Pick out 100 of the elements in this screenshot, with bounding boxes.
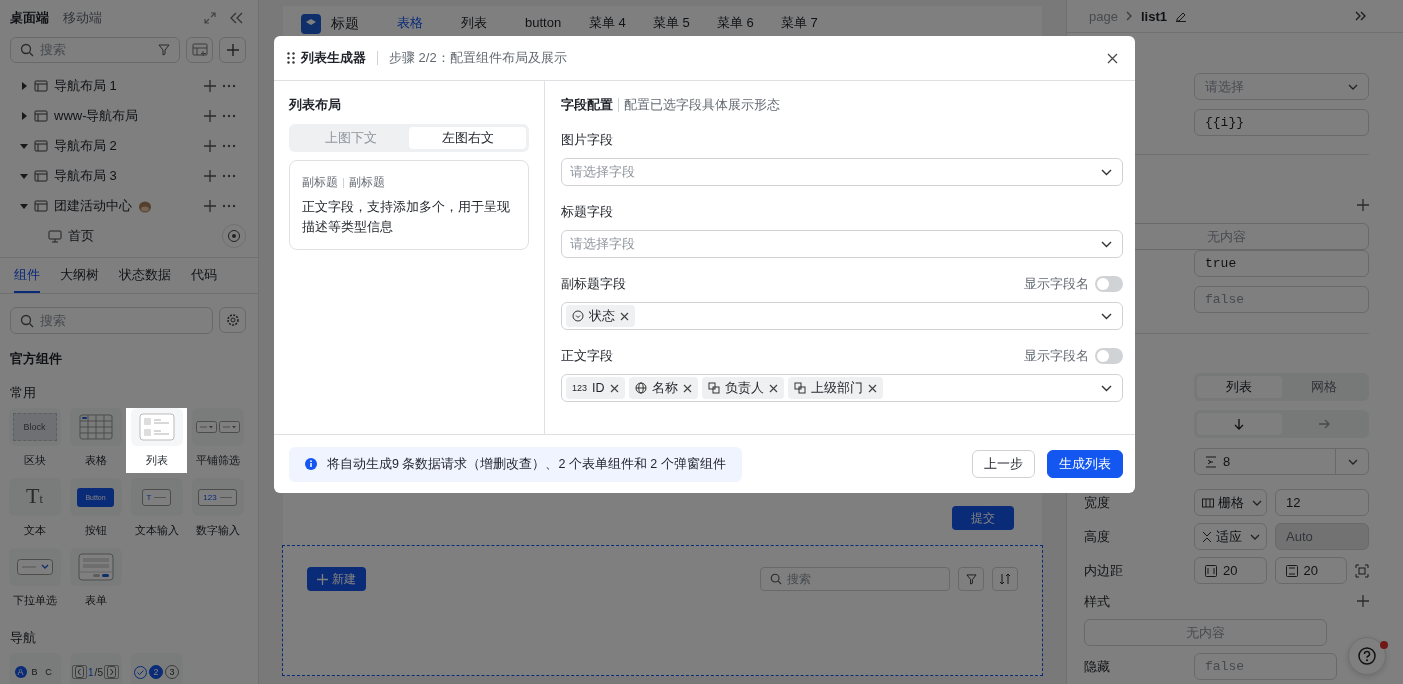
component-tile[interactable]: 下拉单选 — [4, 548, 65, 613]
new-button[interactable]: 新建 — [307, 567, 366, 591]
component-tile[interactable]: T 文本输入 — [126, 478, 187, 543]
panel-tab[interactable]: 代码 — [191, 258, 217, 293]
caret-down-icon[interactable] — [20, 142, 28, 150]
layout-icon — [34, 140, 48, 152]
back-button[interactable]: 上一步 — [972, 450, 1035, 478]
component-tile[interactable]: 表格 — [65, 408, 126, 473]
component-tile[interactable]: Block 区块 — [4, 408, 65, 473]
caret-down-icon[interactable] — [20, 202, 28, 210]
block-sample: Block — [12, 413, 57, 441]
remove-icon[interactable] — [682, 383, 692, 393]
select-field[interactable]: 8 — [1194, 448, 1369, 475]
input-field[interactable]: 20 — [1274, 557, 1347, 584]
plus-icon — [317, 573, 328, 585]
component-tile[interactable]: 1/5 — [65, 653, 126, 684]
select-field[interactable]: 请选择字段 — [561, 230, 1123, 258]
input-field[interactable]: 12 — [1275, 489, 1369, 516]
add-icon[interactable] — [204, 110, 216, 122]
remove-icon[interactable] — [620, 311, 629, 321]
nav-item[interactable]: 菜单 6 — [717, 14, 781, 32]
link-icon — [793, 382, 806, 394]
close-icon[interactable] — [1107, 52, 1118, 64]
remove-icon[interactable] — [867, 383, 877, 393]
tree-item[interactable]: 导航布局 3 — [0, 161, 258, 191]
more-icon[interactable] — [222, 84, 236, 88]
caret-right-icon[interactable] — [20, 112, 28, 120]
add-icon[interactable] — [1357, 199, 1369, 211]
input-field[interactable]: 20 — [1194, 557, 1267, 584]
component-tile[interactable]: Tt 文本 — [4, 478, 65, 543]
toggle-switch[interactable] — [1095, 348, 1123, 364]
select-field[interactable]: 请选择字段 — [561, 158, 1123, 186]
nav-item[interactable]: 菜单 4 — [589, 14, 653, 32]
tree-item[interactable]: 导航布局 1 — [0, 71, 258, 101]
panel-tab[interactable]: 大纲树 — [60, 258, 99, 293]
add-icon[interactable] — [204, 80, 216, 92]
add-icon[interactable] — [204, 200, 216, 212]
section-title: 官方组件 — [9, 350, 63, 368]
drag-handle-icon[interactable] — [287, 52, 295, 64]
collapse-icon[interactable] — [230, 12, 244, 24]
toggle-switch[interactable] — [1095, 276, 1123, 292]
input-field[interactable]: {{i}} — [1194, 109, 1369, 136]
tree-item[interactable]: 团建活动中心 — [0, 191, 258, 221]
chevron-down-icon — [1101, 168, 1112, 176]
component-tile[interactable]: A B C — [4, 653, 65, 684]
submit-button[interactable]: 提交 — [952, 506, 1014, 530]
settings-button[interactable] — [219, 307, 246, 333]
nav-item[interactable]: 菜单 7 — [781, 14, 845, 32]
add-button[interactable] — [219, 37, 246, 63]
locate-button[interactable] — [222, 224, 246, 248]
add-icon[interactable] — [204, 170, 216, 182]
segment-option[interactable]: 网格 — [1281, 376, 1366, 398]
tree-item[interactable]: 首页 — [0, 221, 258, 251]
sort-button[interactable] — [992, 567, 1018, 591]
more-icon[interactable] — [222, 114, 236, 118]
component-tile[interactable]: 表单 — [65, 548, 126, 613]
nav-item[interactable]: 表格 — [397, 14, 461, 32]
nav-item[interactable]: 列表 — [461, 14, 525, 32]
expand-icon[interactable] — [204, 12, 216, 24]
panel-tab[interactable]: 状态数据 — [119, 258, 171, 293]
platform-tab[interactable]: 移动端 — [63, 9, 102, 27]
remove-icon[interactable] — [768, 383, 778, 393]
layout-icon — [34, 200, 48, 212]
more-icon[interactable] — [222, 204, 236, 208]
expand-right-icon[interactable] — [1355, 11, 1367, 21]
spacing-icon — [1205, 455, 1217, 468]
tree-item[interactable]: 导航布局 2 — [0, 131, 258, 161]
add-icon[interactable] — [1357, 595, 1369, 607]
add-icon[interactable] — [204, 140, 216, 152]
component-tile[interactable]: 列表 — [126, 408, 187, 473]
select-field[interactable]: 状态 — [561, 302, 1123, 330]
component-tile[interactable]: 平铺筛选 — [187, 408, 248, 473]
nav-item[interactable]: 菜单 5 — [653, 14, 717, 32]
filter-icon[interactable] — [158, 44, 170, 56]
component-tile[interactable]: 123 数字输入 — [187, 478, 248, 543]
generate-button[interactable]: 生成列表 — [1047, 450, 1123, 478]
component-tile[interactable]: 2 3 — [126, 653, 187, 684]
nav-item[interactable]: button — [525, 14, 589, 32]
select-field[interactable]: 栅格 — [1194, 489, 1267, 516]
select-field[interactable]: 123 ID 名称 负责人 上级部门 — [561, 374, 1123, 402]
filter-button[interactable] — [958, 567, 984, 591]
segment-option[interactable]: 上图下文 — [292, 127, 409, 149]
add-layout-button[interactable] — [186, 37, 213, 63]
edit-icon[interactable] — [1174, 10, 1187, 22]
input-field[interactable]: true — [1194, 250, 1369, 277]
segment-option[interactable]: 左图右文 — [409, 127, 526, 149]
component-label: 数字输入 — [195, 524, 240, 537]
section-title: 列表布局 — [289, 96, 342, 114]
more-icon[interactable] — [222, 174, 236, 178]
tree-item[interactable]: www-导航布局 — [0, 101, 258, 131]
caret-down-icon[interactable] — [20, 172, 28, 180]
panel-tab[interactable]: 组件 — [14, 258, 40, 293]
columns-icon — [1202, 497, 1214, 508]
segment-option[interactable]: 列表 — [1197, 376, 1282, 398]
remove-icon[interactable] — [609, 383, 619, 393]
more-icon[interactable] — [222, 144, 236, 148]
caret-right-icon[interactable] — [20, 82, 28, 90]
padding-toggle-icon[interactable] — [1355, 563, 1369, 578]
help-button[interactable] — [1348, 637, 1386, 675]
platform-tab[interactable]: 桌面端 — [10, 9, 49, 27]
